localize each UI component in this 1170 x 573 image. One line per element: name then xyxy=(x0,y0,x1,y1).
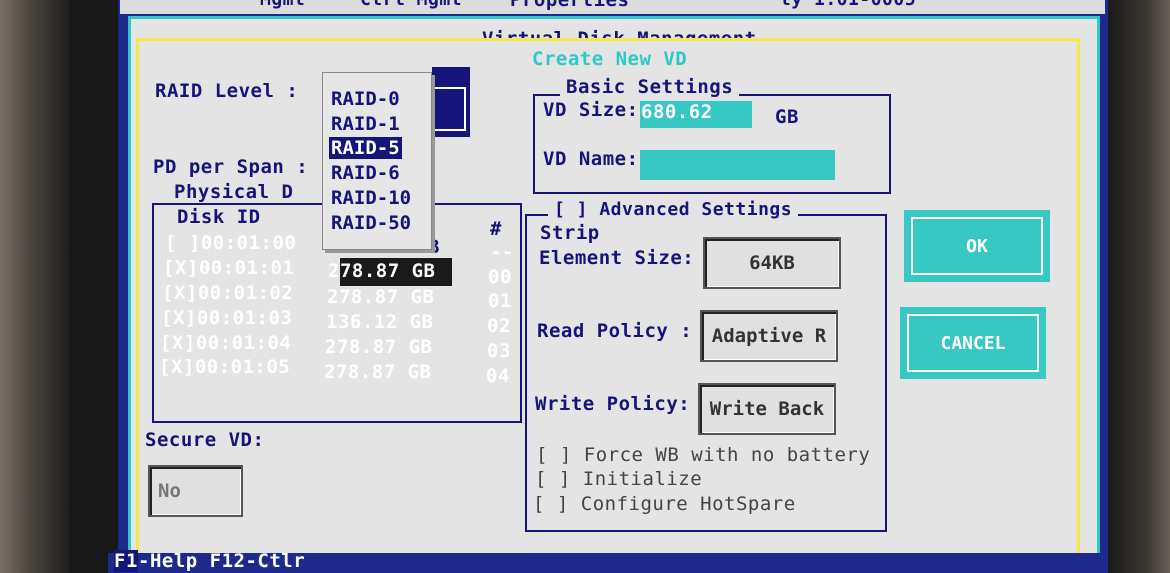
monitor-bezel-left xyxy=(0,0,70,573)
monitor-bezel-right xyxy=(1108,0,1170,573)
secure-vd-value: No xyxy=(158,480,181,502)
vd-size-unit: GB xyxy=(775,106,799,128)
raid-level-label: RAID Level : xyxy=(155,80,299,102)
read-policy-value: Adaptive R xyxy=(711,325,827,347)
vd-size-input[interactable]: 680.62 xyxy=(640,101,752,128)
raid-level-dropdown: RAID-0 RAID-1 RAID-5 RAID-6 RAID-10 RAID… xyxy=(322,72,432,250)
disk-row-num: 03 xyxy=(487,340,511,362)
status-bar: F1 -Help F12-Ctlr xyxy=(108,550,1108,573)
menu-version: ty 1.01-0005 xyxy=(780,0,916,10)
cancel-button-label: CANCEL xyxy=(940,332,1006,354)
menu-bar: Mgmt Ctrl Mgmt Properties ty 1.01-0005 xyxy=(120,0,1105,14)
disk-row-size: 278.87 GB xyxy=(328,260,436,282)
disk-row-id[interactable]: [X]00:01:01 xyxy=(163,257,294,279)
disk-row-id[interactable]: [ ]00:01:00 xyxy=(165,232,296,254)
disk-id-header: Disk ID xyxy=(177,206,261,228)
raid-option-1[interactable]: RAID-1 xyxy=(331,113,400,135)
num-header: # xyxy=(490,218,502,240)
basic-settings-title: Basic Settings xyxy=(560,76,740,98)
raid-option-50[interactable]: RAID-50 xyxy=(331,212,411,234)
disk-row-size: 136.12 GB xyxy=(326,311,434,333)
configure-hotspare-checkbox[interactable]: [ ] Configure HotSpare xyxy=(533,493,796,515)
secure-vd-select[interactable]: No xyxy=(148,465,243,517)
disk-row-num: 00 xyxy=(488,266,512,288)
vd-name-label: VD Name: xyxy=(543,148,639,170)
raid-level-select[interactable] xyxy=(432,67,470,137)
menu-item-ctrl-mgmt[interactable]: Ctrl Mgmt xyxy=(360,0,462,10)
strip-size-select[interactable]: 64KB xyxy=(703,237,841,289)
disk-row-size: 278.87 GB xyxy=(327,286,435,308)
cancel-button[interactable]: CANCEL xyxy=(900,307,1046,379)
disk-row-num: 01 xyxy=(488,290,512,312)
disk-row-id[interactable]: [X]00:01:02 xyxy=(162,282,293,304)
raid-option-10[interactable]: RAID-10 xyxy=(331,187,411,209)
raid-option-0[interactable]: RAID-0 xyxy=(331,88,400,110)
disk-row-num: 02 xyxy=(487,315,511,337)
force-wb-checkbox[interactable]: [ ] Force WB with no battery xyxy=(536,444,870,466)
vd-size-value: 680.62 xyxy=(641,101,713,123)
strip-size-value: 64KB xyxy=(749,252,795,274)
disk-row-num: -- xyxy=(490,241,514,263)
raid-option-5-selected[interactable]: RAID-5 xyxy=(329,137,402,159)
raid-option-6[interactable]: RAID-6 xyxy=(331,162,400,184)
status-hints: -Help F12-Ctlr xyxy=(138,550,306,572)
read-policy-label: Read Policy : xyxy=(537,320,693,342)
disk-row-id[interactable]: [X]00:01:04 xyxy=(160,332,291,354)
vd-name-input[interactable] xyxy=(640,150,835,180)
physical-disks-title: Physical D xyxy=(170,181,298,203)
strip-size-label: Strip xyxy=(540,222,600,244)
initialize-checkbox[interactable]: [ ] Initialize xyxy=(535,468,702,490)
advanced-settings-toggle[interactable]: [ ] Advanced Settings xyxy=(548,199,799,220)
ok-button-label: OK xyxy=(966,235,988,257)
disk-row-id[interactable]: [X]00:01:05 xyxy=(159,356,290,378)
pd-per-span-label: PD per Span : xyxy=(153,156,309,178)
write-policy-select[interactable]: Write Back xyxy=(698,383,836,435)
menu-item-properties[interactable]: Properties xyxy=(510,0,629,11)
ok-button[interactable]: OK xyxy=(904,210,1050,282)
disk-row-size: 278.87 GB xyxy=(325,336,433,358)
write-policy-value: Write Back xyxy=(709,398,825,420)
disk-row-num: 04 xyxy=(486,365,510,387)
menu-item-mgmt[interactable]: Mgmt xyxy=(260,0,305,10)
element-size-label: Element Size: xyxy=(539,247,695,269)
write-policy-label: Write Policy: xyxy=(535,393,691,415)
dialog-title: Create New VD xyxy=(524,48,696,70)
secure-vd-label: Secure VD: xyxy=(145,429,265,451)
disk-row-size: 278.87 GB xyxy=(324,361,432,383)
read-policy-select[interactable]: Adaptive R xyxy=(700,310,838,362)
disk-row-id[interactable]: [X]00:01:03 xyxy=(161,307,292,329)
f1-key: F1 xyxy=(114,550,138,572)
vd-size-label: VD Size: xyxy=(543,99,639,121)
